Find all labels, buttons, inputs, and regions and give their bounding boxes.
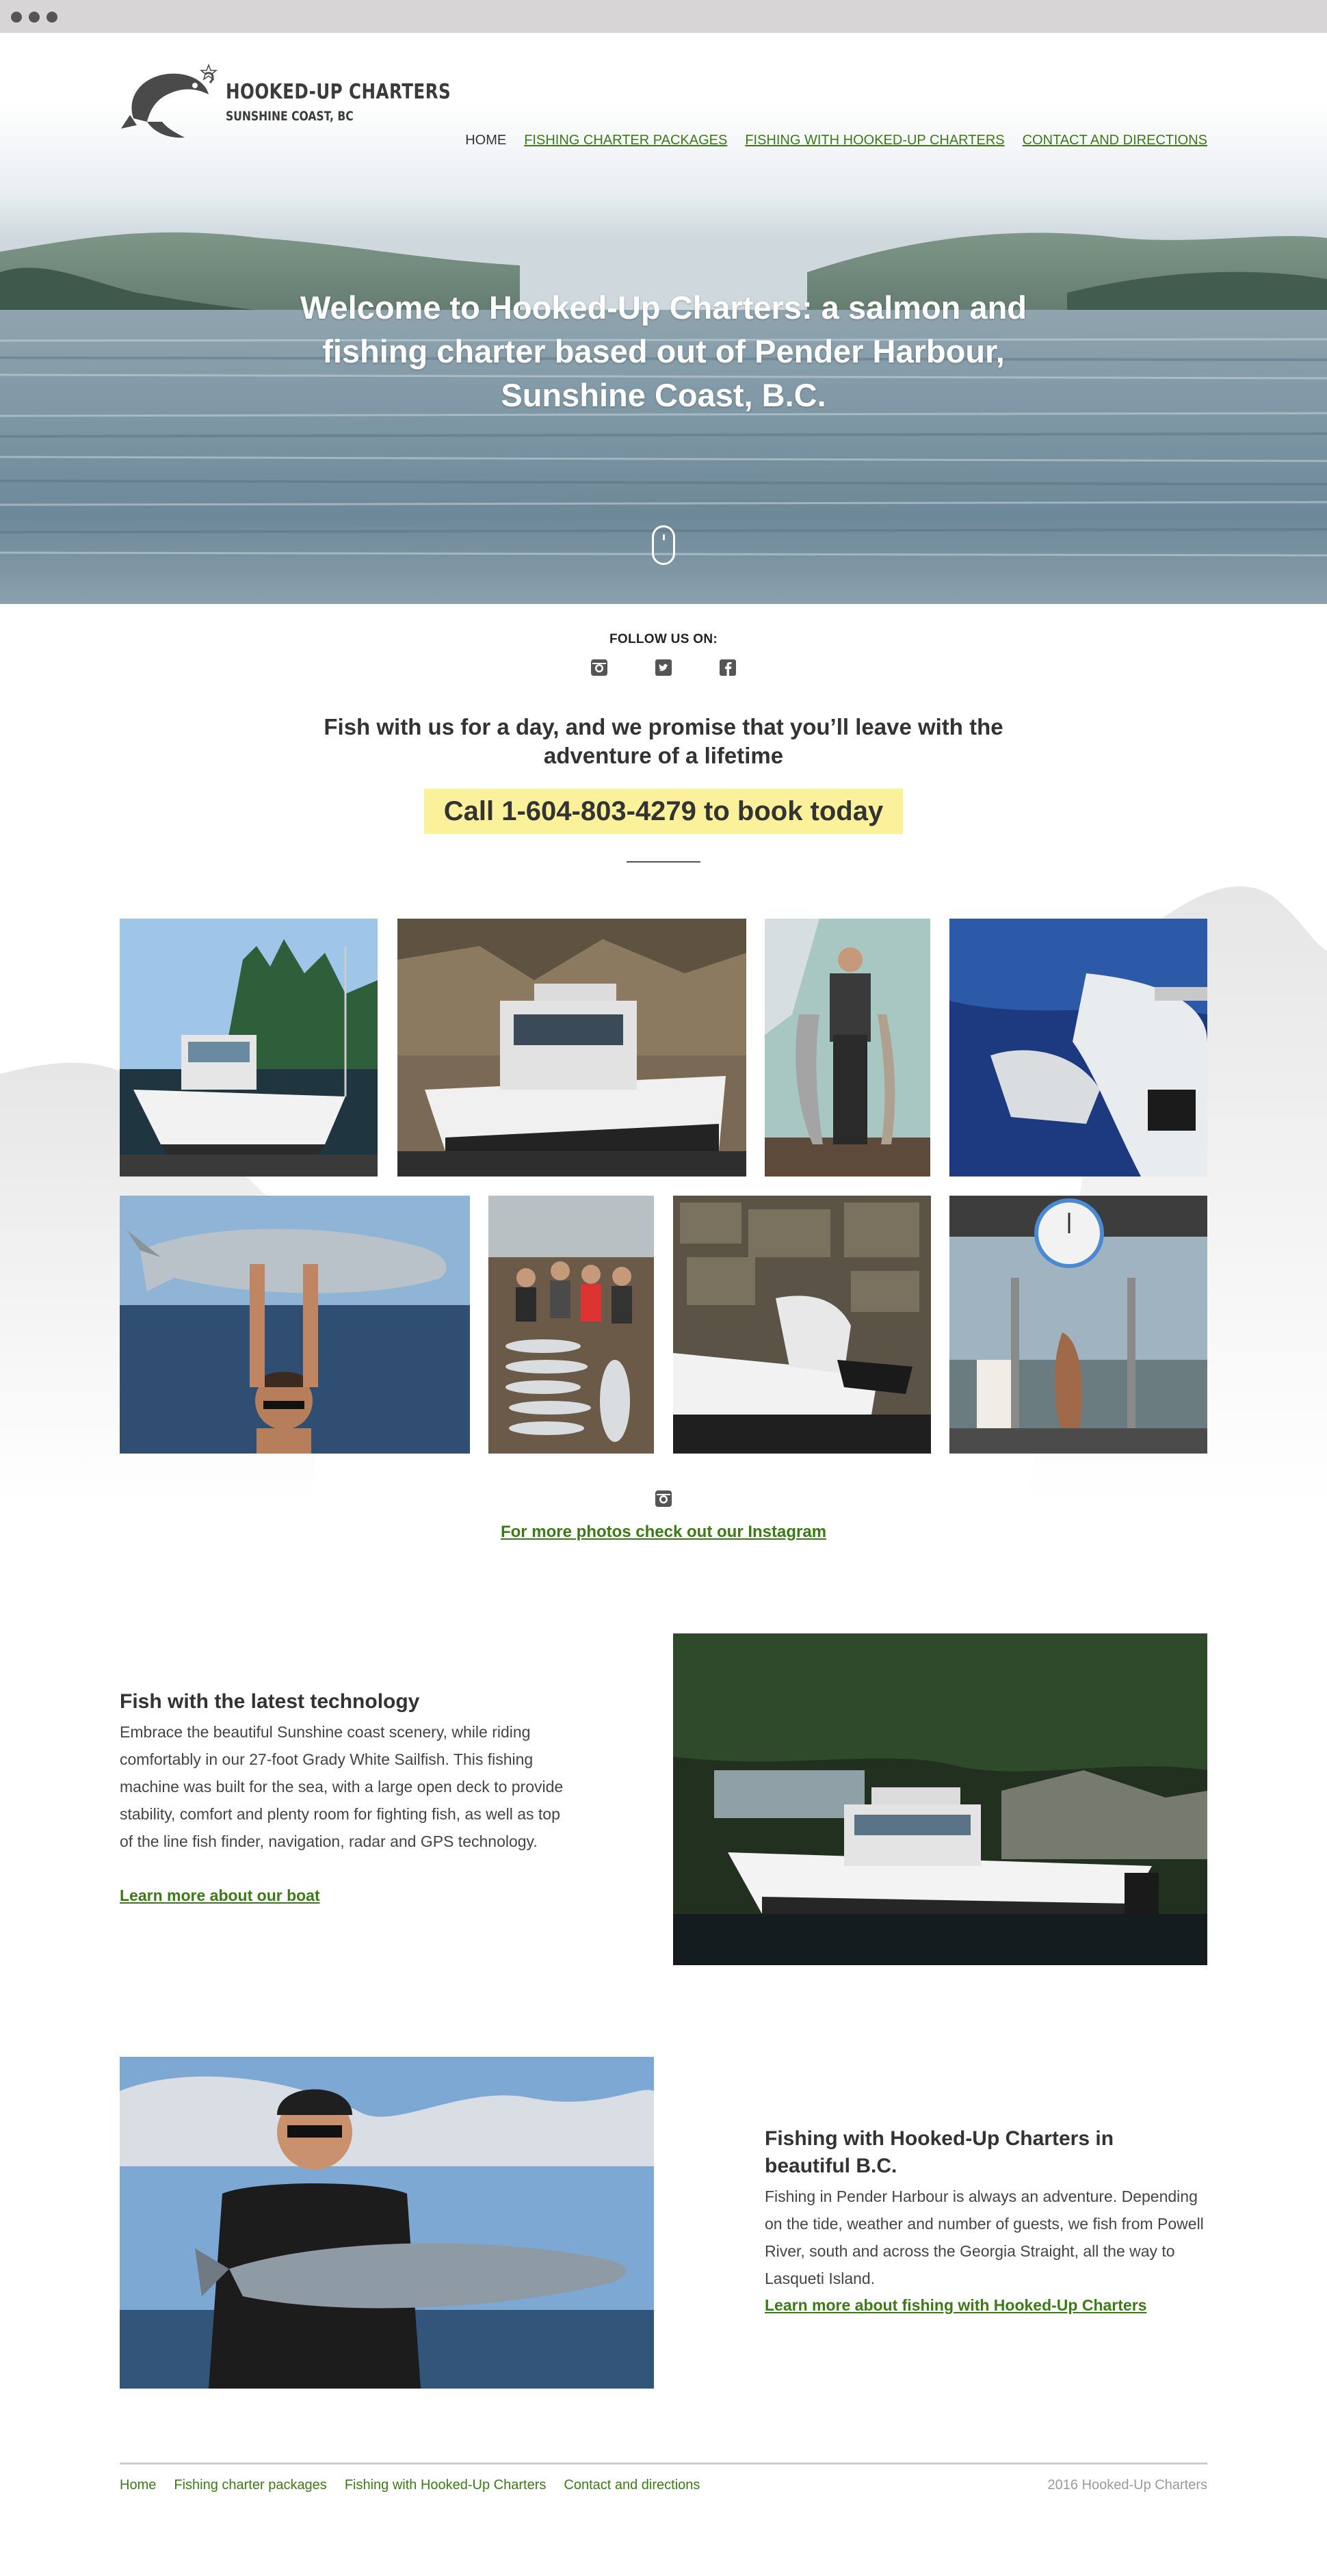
footer-divider [120, 2462, 1207, 2465]
facebook-icon[interactable] [718, 658, 737, 677]
technology-heading: Fish with the latest technology [120, 1690, 420, 1713]
angler-salmon-photo [120, 2057, 654, 2389]
browser-chrome [0, 0, 1327, 33]
instagram-icon[interactable] [590, 658, 609, 677]
fishing-heading: Fishing with Hooked-Up Charters in beaut… [765, 2127, 1114, 2177]
instagram-more-photos: For more photos check out our Instagram [0, 1523, 1327, 1542]
footer-link-home[interactable]: Home [120, 2478, 156, 2493]
gallery-photo-man-holding-salmon[interactable] [120, 1196, 470, 1454]
gallery-photo-weigh-scale[interactable] [949, 1196, 1207, 1454]
footer-link-charter-packages[interactable]: Fishing charter packages [174, 2478, 326, 2493]
social-icons [590, 658, 737, 679]
footer-copyright: 2016 Hooked-Up Charters [1047, 2478, 1207, 2493]
call-to-book[interactable]: Call 1-604-803-4279 to book today [424, 789, 903, 834]
technology-link-wrap: Learn more about our boat [120, 1887, 320, 1905]
twitter-icon[interactable] [654, 658, 673, 677]
instagram-icon[interactable] [654, 1489, 673, 1508]
window-close-dot[interactable] [11, 12, 22, 23]
nav-home[interactable]: HOME [465, 133, 506, 148]
technology-body: Embrace the beautiful Sunshine coast sce… [120, 1723, 564, 1850]
gallery-photo-boat-dock[interactable] [120, 919, 378, 1177]
scroll-down-mouse-icon[interactable] [652, 525, 675, 565]
gallery-photo-boat-rocks[interactable] [397, 919, 746, 1177]
fishing-link-wrap: Learn more about fishing with Hooked-Up … [765, 2296, 1146, 2315]
nav-contact-directions[interactable]: CONTACT AND DIRECTIONS [1023, 133, 1207, 148]
footer-link-contact[interactable]: Contact and directions [564, 2478, 700, 2493]
footer-link-fishing[interactable]: Fishing with Hooked-Up Charters [345, 2478, 547, 2493]
site-logo[interactable]: HOOKED-UP CHARTERS SUNSHINE COAST, BC [120, 64, 451, 149]
footer-nav: Home Fishing charter packages Fishing wi… [120, 2478, 700, 2493]
gallery-photo-outboard-motors[interactable] [949, 919, 1207, 1177]
divider [627, 861, 700, 863]
boat-photo [673, 1633, 1207, 1965]
learn-more-boat-link[interactable]: Learn more about our boat [120, 1887, 320, 1904]
fishing-body: Fishing in Pender Harbour is always an a… [765, 2187, 1204, 2287]
main-nav: HOME FISHING CHARTER PACKAGES FISHING WI… [465, 133, 1207, 148]
instagram-more-photos-link[interactable]: For more photos check out our Instagram [501, 1523, 826, 1541]
nav-fishing-charter-packages[interactable]: FISHING CHARTER PACKAGES [524, 133, 727, 148]
follow-us-heading: FOLLOW US ON: [609, 632, 718, 646]
gallery-photo-angler-two-salmon[interactable] [765, 919, 930, 1177]
brand-name: HOOKED-UP CHARTERS [226, 80, 451, 104]
hero-banner: HOOKED-UP CHARTERS SUNSHINE COAST, BC HO… [0, 33, 1327, 604]
gallery-photo-group-catch[interactable] [488, 1196, 654, 1454]
nav-fishing-with-hooked-up[interactable]: FISHING WITH HOOKED-UP CHARTERS [745, 133, 1004, 148]
learn-more-fishing-link[interactable]: Learn more about fishing with Hooked-Up … [765, 2296, 1146, 2314]
tagline: Fish with us for a day, and we promise t… [324, 714, 1003, 768]
window-minimize-dot[interactable] [29, 12, 40, 23]
salmon-logo-icon [121, 64, 218, 138]
hero-title: Welcome to Hooked-Up Charters: a salmon … [300, 289, 1027, 413]
window-maximize-dot[interactable] [47, 12, 57, 23]
gallery-photo-boat-stern[interactable] [673, 1196, 931, 1454]
brand-location: SUNSHINE COAST, BC [226, 109, 354, 124]
